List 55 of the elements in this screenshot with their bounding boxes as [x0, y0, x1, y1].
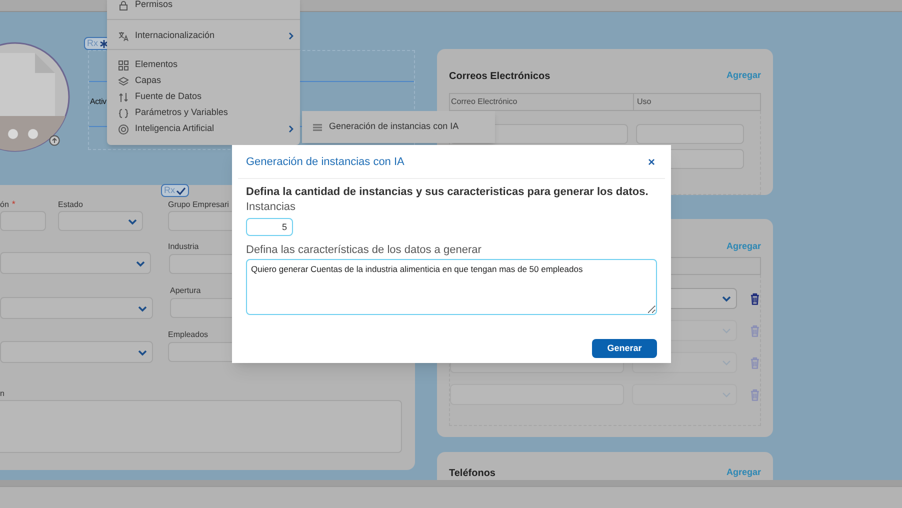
list-icon	[313, 124, 322, 130]
select-field[interactable]	[0, 341, 153, 363]
chevron-right-icon	[288, 32, 294, 40]
text-area[interactable]: Quiero generar Cuentas de la industria alimenticia en que tengan mas de 50 empleados	[246, 259, 657, 315]
field-label: n	[0, 388, 4, 400]
chevron-down-icon	[135, 258, 146, 268]
card-title: Teléfonos	[449, 466, 496, 480]
upload-icon[interactable]	[49, 135, 60, 146]
chevron-down-icon	[721, 326, 732, 335]
select-field[interactable]	[58, 211, 143, 231]
generate-button[interactable]: Generar	[592, 339, 657, 358]
menu-item[interactable]: Elementos	[107, 57, 300, 73]
menu-item[interactable]: Permisos	[107, 0, 300, 13]
dialog-heading: Defina la cantidad de instancias y sus caracteristicas para generar los datos.	[246, 185, 650, 199]
chevron-down-icon	[721, 358, 732, 367]
column-header: Uso	[636, 96, 652, 108]
chevron-down-icon	[137, 304, 148, 312]
menu-item[interactable]: Fuente de Datos	[107, 89, 300, 105]
field-label: Instancias	[246, 200, 297, 214]
select-field[interactable]	[0, 297, 153, 319]
chevron-down-icon	[721, 390, 732, 399]
field-label: Industria	[168, 241, 199, 253]
chevron-down-icon	[137, 348, 148, 356]
menu-item-icon	[118, 108, 129, 118]
field-label: Defina las características de los datos a generar	[246, 243, 482, 257]
required-marker: *	[12, 199, 16, 209]
select-field[interactable]	[0, 252, 151, 274]
column-header: Correo Electrónico	[450, 94, 634, 110]
input-field[interactable]	[636, 124, 744, 144]
menu-item-icon	[118, 60, 129, 70]
menu-item-icon	[118, 30, 129, 42]
menu-item-icon	[118, 76, 129, 86]
dialog-title: Generación de instancias con IA	[246, 155, 404, 170]
menu-item[interactable]: Inteligencia Artificial	[107, 121, 300, 137]
field-label: Empleados	[168, 329, 208, 341]
close-button[interactable]: ×	[648, 156, 655, 168]
asterisk-icon	[99, 38, 109, 48]
menu-item[interactable]: Capas	[107, 73, 300, 89]
chevron-down-icon	[721, 294, 732, 303]
field-label: ón	[0, 199, 9, 211]
menu-item-icon	[118, 0, 129, 10]
menu-item-icon	[118, 124, 129, 134]
menu-item[interactable]: Generación de instancias con IA	[302, 119, 495, 135]
number-field[interactable]: 5	[246, 218, 293, 236]
menu-item-icon	[118, 92, 129, 102]
trash-icon[interactable]	[750, 292, 760, 304]
chevron-right-icon	[288, 125, 294, 133]
field-label: Activ	[90, 96, 106, 108]
card-title: Correos Electrónicos	[449, 70, 550, 84]
menu-item[interactable]: Parámetros y Variables	[107, 105, 300, 121]
field-label: Apertura	[170, 285, 201, 297]
field-label: Estado	[58, 199, 83, 211]
field-label: Grupo Empresari	[168, 199, 229, 211]
check-icon	[176, 186, 186, 196]
chevron-down-icon	[127, 216, 138, 226]
